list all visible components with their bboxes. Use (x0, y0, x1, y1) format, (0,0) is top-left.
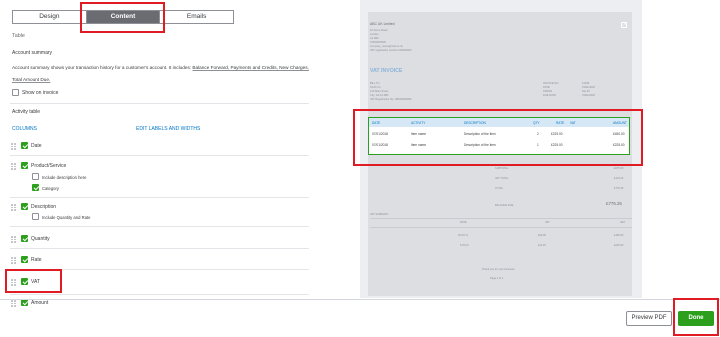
divider (10, 226, 309, 227)
drag-handle-icon[interactable] (11, 163, 16, 170)
drag-handle-icon[interactable] (11, 143, 16, 150)
date-checkbox[interactable] (21, 142, 28, 149)
divider (10, 155, 309, 156)
edit-labels-link[interactable]: EDIT LABELS AND WIDTHS (136, 126, 200, 132)
include-quantity-rate-checkbox[interactable] (32, 213, 39, 220)
bill-to-label: BILL TO (370, 82, 380, 85)
account-summary-items: Balance Forward, Payments and Credits, N… (192, 65, 309, 70)
drag-handle-icon[interactable] (11, 236, 16, 243)
company-address: 10 Some Road (370, 29, 388, 32)
vat-total-value: £101.25 (614, 177, 624, 180)
bill-to-line: VAT Registration No. GB000000000 (370, 98, 412, 101)
vat-summary-rate: 20.0% S (458, 234, 468, 237)
category-label: Category (42, 186, 59, 191)
meta-value: 01/01/2018 (582, 86, 595, 89)
quantity-label: Quantity (31, 236, 50, 242)
invoice-title: VAT INVOICE (370, 68, 403, 74)
vat-summary-vat: £11.25 (538, 244, 546, 247)
quantity-checkbox[interactable] (21, 235, 28, 242)
amount-checkbox[interactable] (21, 299, 28, 306)
subtotal-value: £675.00 (614, 167, 624, 170)
vat-summary-header-net: NET (620, 221, 626, 224)
product-service-label: Product/Service (31, 163, 67, 169)
expand-icon[interactable]: ↗ (621, 22, 627, 28)
content-tab-highlight (80, 2, 165, 33)
vat-summary-net: £225.00 (614, 244, 624, 247)
vat-summary-vat: £90.00 (538, 234, 546, 237)
date-label: Date (31, 143, 42, 149)
vat-summary-net: £450.00 (614, 234, 624, 237)
company-vat: VAT registration number 000000000 (370, 49, 412, 52)
rate-label: Rate (31, 257, 42, 263)
company-address: A1 2BC (370, 37, 379, 40)
invoice-page-number: Page 1 of 1 (490, 277, 504, 280)
category-checkbox[interactable] (32, 184, 39, 191)
divider (10, 248, 309, 249)
footer-divider (0, 299, 720, 300)
invoice-footer-message: Thank you for your business (482, 268, 515, 271)
meta-label: TERMS (543, 90, 553, 93)
company-email: company_name@mail.co.uk (370, 45, 403, 48)
drag-handle-icon[interactable] (11, 204, 16, 211)
total-value: £776.25 (614, 187, 624, 190)
amount-label: Amount (31, 300, 49, 306)
divider (10, 103, 309, 104)
vat-summary-rate: 5.0% R (460, 244, 469, 247)
account-summary-description: Account summary shows your transaction h… (12, 62, 310, 86)
account-summary-description-text: Account summary shows your transaction h… (12, 65, 193, 70)
account-summary-heading: Account summary (12, 50, 53, 56)
vat-summary-divider (370, 218, 632, 219)
company-name: ABC UK Limited (370, 22, 395, 26)
include-description-checkbox[interactable] (32, 173, 39, 180)
vat-total-label: VAT TOTAL (495, 177, 509, 180)
meta-label: INVOICE NO. (543, 82, 559, 85)
vat-summary-label: VAT SUMMARY (370, 213, 389, 216)
bill-to-line: 123 Main Street (370, 90, 389, 93)
vat-summary-header-rate: RATE (460, 221, 467, 224)
company-phone: 07000000000 (370, 41, 386, 44)
include-description-label: Include description here (42, 175, 87, 180)
meta-label: DATE (543, 86, 550, 89)
columns-label: COLUMNS (12, 126, 38, 132)
bill-to-line: City, Gb A1 2B3 (370, 94, 389, 97)
meta-label: DUE DATE (543, 94, 556, 97)
meta-value: 12345 (582, 82, 590, 85)
account-summary-total: Total Amount Due. (12, 77, 51, 82)
subtotal-label: SUBTOTAL (495, 167, 509, 170)
show-on-invoice-checkbox[interactable] (12, 89, 19, 96)
company-address: London (370, 33, 379, 36)
tab-emails[interactable]: Emails (159, 11, 233, 23)
description-checkbox[interactable] (21, 203, 28, 210)
section-title: Table (12, 33, 25, 39)
activity-table-heading: Activity table (12, 109, 41, 115)
balance-due-value: £776.25 (606, 201, 622, 206)
activity-table-highlight (353, 109, 643, 166)
product-service-checkbox[interactable] (21, 162, 28, 169)
divider (10, 197, 309, 198)
include-quantity-rate-label: Include Quantity and Rate (42, 215, 91, 220)
tab-design[interactable]: Design (13, 11, 86, 23)
description-label: Description (31, 204, 57, 210)
drag-handle-icon[interactable] (11, 300, 16, 307)
vat-row-highlight (5, 269, 62, 293)
divider (10, 294, 309, 295)
meta-value: Net 30 (582, 90, 590, 93)
total-label: TOTAL (495, 187, 504, 190)
done-button-highlight (673, 298, 719, 336)
balance-due-label: BALANCE DUE (495, 204, 514, 207)
vat-summary-divider (370, 227, 632, 228)
vat-summary-header-vat: VAT (545, 221, 550, 224)
show-on-invoice-label: Show on invoice (22, 90, 59, 96)
drag-handle-icon[interactable] (11, 257, 16, 264)
meta-value: 31/01/2018 (582, 94, 595, 97)
preview-pdf-button[interactable]: Preview PDF (626, 311, 672, 326)
rate-checkbox[interactable] (21, 256, 28, 263)
bill-to-line: Smith Co. (370, 86, 382, 89)
